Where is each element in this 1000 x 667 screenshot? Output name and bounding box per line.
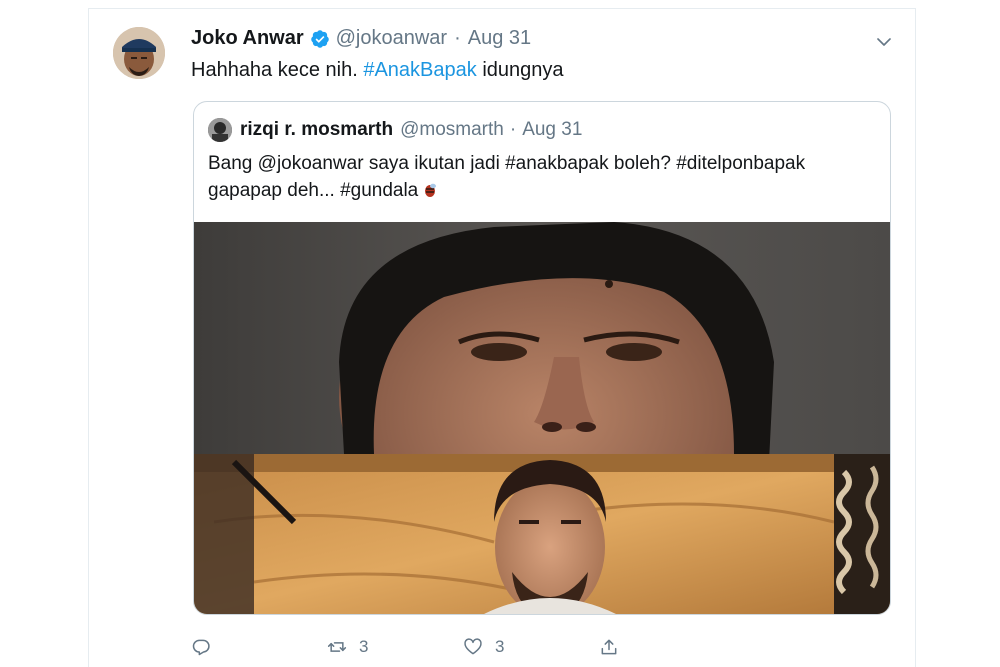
- author-handle[interactable]: @jokoanwar: [336, 27, 447, 50]
- tweet-date[interactable]: Aug 31: [468, 27, 531, 50]
- quoted-separator-dot: ·: [509, 119, 517, 140]
- hashtag-link[interactable]: #AnakBapak: [363, 59, 476, 81]
- tweet-header: Joko Anwar @jokoanwar · Aug 31: [191, 27, 531, 50]
- tweet-text: Hahhaha kece nih. #AnakBapak idungnya: [191, 59, 564, 82]
- like-count: 3: [495, 637, 505, 656]
- share-action[interactable]: [599, 637, 619, 657]
- reply-action[interactable]: [191, 637, 327, 657]
- like-icon: [464, 638, 482, 655]
- quoted-text-line-1: Bang @jokoanwar saya ikutan jadi #anakba…: [208, 153, 806, 174]
- quoted-tweet-photo[interactable]: [194, 222, 891, 614]
- retweet-icon: [327, 642, 347, 652]
- quoted-tweet[interactable]: rizqi r. mosmarth @mosmarth · Aug 31 Ban…: [193, 101, 891, 615]
- quoted-author-handle: @mosmarth: [400, 119, 504, 140]
- quoted-text-line-2-wrap: gapapap deh... #gundala: [208, 177, 876, 204]
- author-name[interactable]: Joko Anwar: [191, 27, 304, 50]
- chevron-down-icon[interactable]: [875, 33, 893, 51]
- share-icon: [601, 639, 617, 655]
- verified-badge-icon: [310, 29, 329, 48]
- quoted-tweet-date: Aug 31: [522, 119, 583, 140]
- tweet-text-before: Hahhaha kece nih.: [191, 59, 364, 81]
- quoted-tweet-header: rizqi r. mosmarth @mosmarth · Aug 31: [208, 118, 582, 142]
- page: Joko Anwar @jokoanwar · Aug 31 Hahhaha k…: [0, 0, 1000, 667]
- retweet-action[interactable]: 3: [327, 637, 463, 657]
- quoted-text-line-2: gapapap deh... #gundala: [208, 180, 419, 201]
- tweet-text-after: idungnya: [476, 59, 564, 81]
- quoted-author-name: rizqi r. mosmarth: [240, 119, 394, 140]
- reply-icon: [192, 639, 210, 656]
- tweet-card[interactable]: Joko Anwar @jokoanwar · Aug 31 Hahhaha k…: [88, 8, 916, 667]
- tweet-actions: 3 3: [191, 637, 619, 657]
- quoted-author-avatar: [208, 118, 232, 142]
- separator-dot: ·: [454, 27, 461, 49]
- retweet-count: 3: [359, 637, 369, 656]
- quoted-tweet-text: Bang @jokoanwar saya ikutan jadi #anakba…: [208, 150, 876, 204]
- bee-emoji-icon: [425, 183, 437, 197]
- like-action[interactable]: 3: [463, 637, 599, 657]
- author-avatar[interactable]: [113, 27, 165, 79]
